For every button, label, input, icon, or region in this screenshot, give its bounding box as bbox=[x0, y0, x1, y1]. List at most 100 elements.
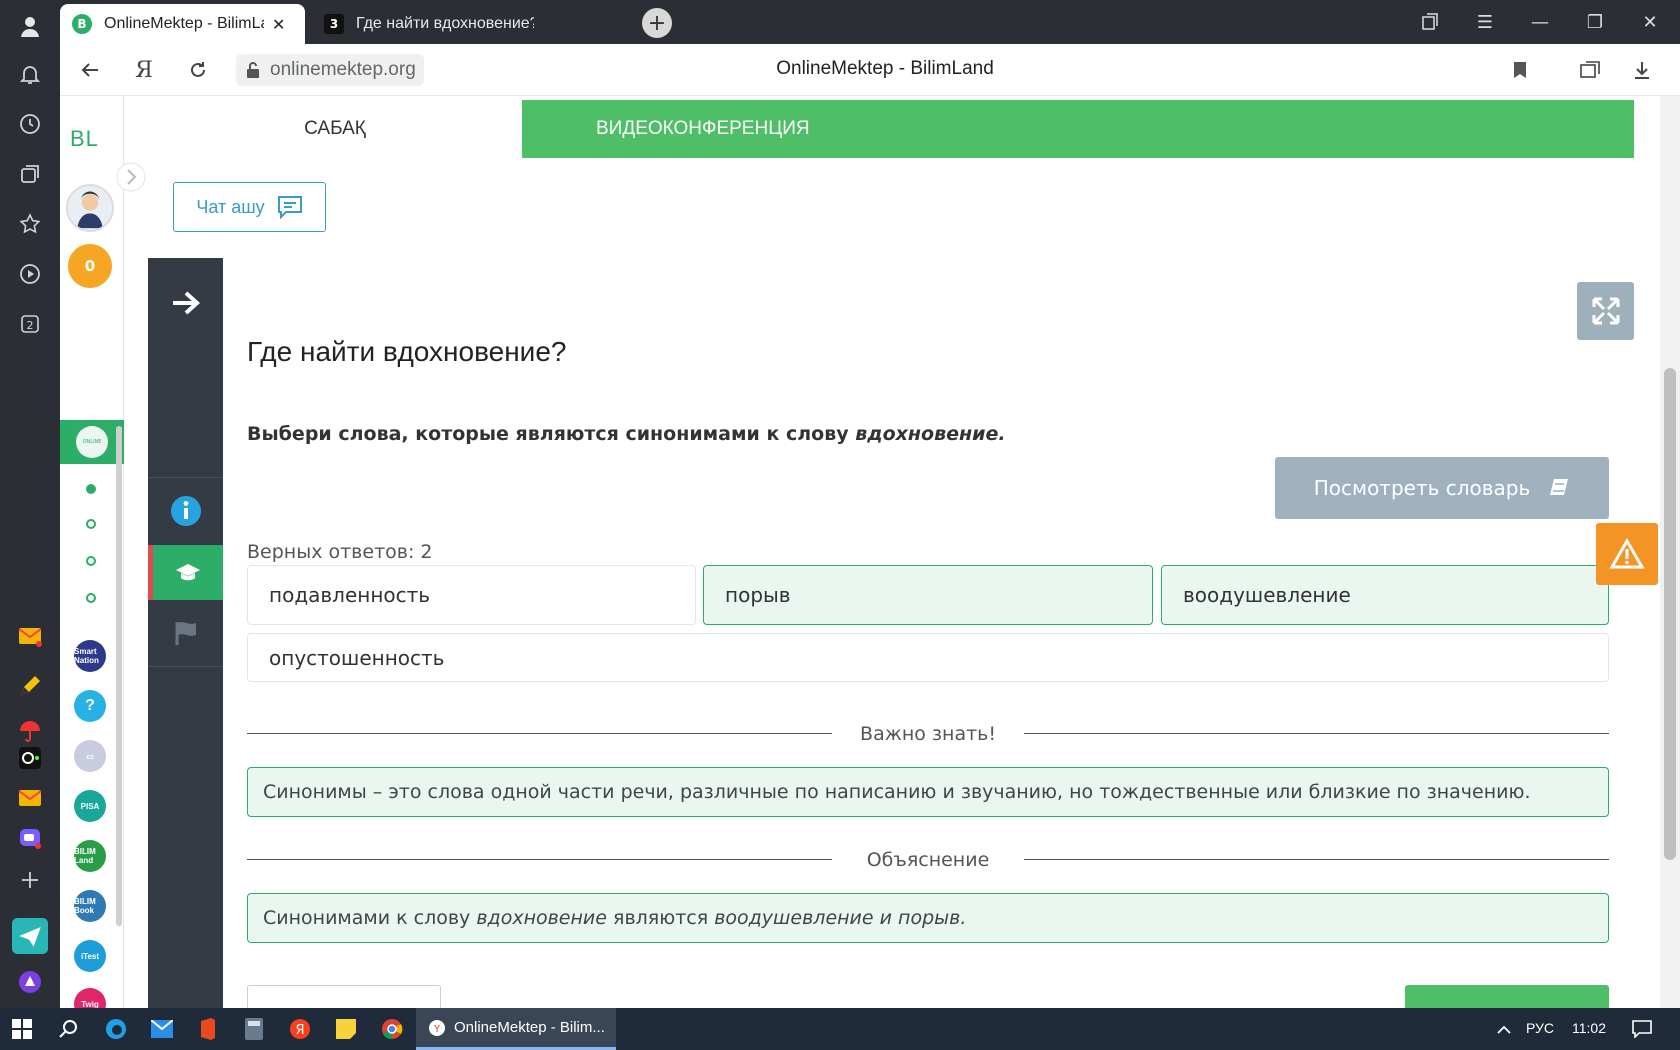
address-bar: Я onlinemektep.org OnlineMektep - BilimL… bbox=[60, 44, 1680, 96]
alice-icon[interactable] bbox=[14, 966, 46, 998]
mail-icon[interactable] bbox=[150, 1017, 174, 1041]
send-app-icon[interactable] bbox=[10, 916, 50, 956]
chrome-icon[interactable] bbox=[380, 1017, 404, 1041]
yandex-browser-icon[interactable]: Я bbox=[288, 1017, 312, 1041]
page-dot[interactable] bbox=[86, 484, 96, 494]
explanation-text: Синонимами к слову bbox=[263, 907, 471, 929]
calculator-icon[interactable] bbox=[242, 1017, 266, 1041]
explanation-note: Синонимами к слову вдохновение являются … bbox=[247, 893, 1609, 943]
fullscreen-arrows-icon bbox=[1592, 297, 1619, 325]
close-tab-icon[interactable]: ✕ bbox=[272, 15, 285, 34]
bilimland-app[interactable]: BILIM Land bbox=[74, 840, 106, 872]
avatar[interactable] bbox=[66, 184, 114, 232]
smart-nation-app[interactable]: Smart Nation bbox=[74, 640, 106, 672]
keyboard-language[interactable]: РУС bbox=[1526, 1020, 1554, 1036]
important-note: Синонимы – это слова одной части речи, р… bbox=[247, 767, 1609, 817]
bilimland-favicon: 3 bbox=[324, 14, 344, 34]
mail-app-icon[interactable] bbox=[14, 620, 46, 652]
pencil-app-icon[interactable] bbox=[14, 670, 46, 702]
bookmarks-star-icon[interactable] bbox=[14, 208, 46, 240]
bilimbook-app[interactable]: BILIM Book bbox=[74, 890, 106, 922]
svg-text:Y: Y bbox=[433, 1024, 441, 1035]
tab-onlinemektep[interactable]: B OnlineMektep - BilimLand ✕ bbox=[60, 4, 305, 44]
lesson-tabs: САБАҚ ВИДЕОКОНФЕРЕНЦИЯ bbox=[148, 100, 1634, 158]
divider bbox=[247, 859, 832, 860]
answer-option[interactable]: подавленность bbox=[247, 565, 696, 625]
edge-icon[interactable] bbox=[104, 1017, 128, 1041]
search-icon[interactable] bbox=[56, 1017, 80, 1041]
lesson-title: Где найти вдохновение? bbox=[247, 336, 567, 367]
taskbar-window-title: OnlineMektep - Bilim... bbox=[454, 1019, 605, 1036]
fullscreen-button[interactable] bbox=[1577, 282, 1634, 340]
help-app[interactable]: ? bbox=[74, 690, 106, 722]
bookmark-icon[interactable] bbox=[1506, 56, 1534, 84]
answer-option[interactable]: опустошенность bbox=[247, 633, 1609, 682]
info-icon[interactable] bbox=[148, 478, 223, 544]
onlinemektep-logo-icon: ONLINE bbox=[76, 426, 108, 458]
explanation-word: вдохновение bbox=[476, 907, 607, 929]
protect-icon[interactable] bbox=[1576, 56, 1604, 84]
explanation-text: являются bbox=[613, 907, 709, 929]
lesson-graduation-cap-icon[interactable] bbox=[148, 545, 223, 600]
explanation-heading: Объяснение bbox=[866, 849, 990, 871]
notifications-icon[interactable] bbox=[14, 58, 46, 90]
video-play-icon[interactable] bbox=[14, 258, 46, 290]
taskbar-active-window[interactable]: Y OnlineMektep - Bilim... bbox=[416, 1008, 616, 1050]
close-window-icon[interactable]: ✕ bbox=[1625, 0, 1675, 44]
page-dot[interactable] bbox=[86, 593, 96, 603]
tab-videoconference[interactable]: ВИДЕОКОНФЕРЕНЦИЯ bbox=[522, 100, 1634, 158]
divider bbox=[247, 733, 832, 734]
add-app-icon[interactable] bbox=[14, 864, 46, 896]
new-tab-button[interactable]: + bbox=[642, 8, 672, 38]
alice-station-icon[interactable] bbox=[14, 742, 46, 774]
counter-2-icon[interactable]: 2 bbox=[14, 308, 46, 340]
page-scrollbar[interactable] bbox=[1660, 96, 1680, 1008]
history-icon[interactable] bbox=[14, 108, 46, 140]
view-dictionary-button[interactable]: Посмотреть словарь bbox=[1275, 457, 1609, 519]
scrollbar-thumb[interactable] bbox=[1664, 368, 1676, 860]
task-text: Выбери слова, которые являются синонимам… bbox=[247, 423, 856, 445]
reader-app[interactable]: ▭ bbox=[74, 740, 106, 772]
svg-text:2: 2 bbox=[27, 319, 34, 332]
tab-title: OnlineMektep - BilimLand bbox=[104, 15, 264, 32]
sticky-notes-icon[interactable] bbox=[334, 1017, 358, 1041]
correct-answers-count: Верных ответов: 2 bbox=[247, 541, 433, 563]
mail-app-icon-2[interactable] bbox=[14, 782, 46, 814]
page-dot[interactable] bbox=[86, 556, 96, 566]
answer-option-selected[interactable]: воодушевление bbox=[1161, 565, 1609, 625]
bilimland-logo[interactable]: BL bbox=[70, 126, 99, 152]
report-problem-button[interactable] bbox=[1596, 523, 1658, 585]
notification-center-icon[interactable] bbox=[1630, 1017, 1654, 1041]
important-heading: Важно знать! bbox=[860, 723, 996, 745]
office-icon[interactable] bbox=[196, 1017, 220, 1041]
tab-title: Где найти вдохновение?BilimLand bbox=[356, 15, 534, 32]
page-dot[interactable] bbox=[86, 519, 96, 529]
messenger-app-icon[interactable] bbox=[14, 822, 46, 854]
start-icon[interactable] bbox=[10, 1017, 34, 1041]
view-dictionary-label: Посмотреть словарь bbox=[1313, 476, 1531, 500]
collections-icon[interactable] bbox=[14, 158, 46, 190]
chat-icon bbox=[277, 196, 302, 219]
warning-icon bbox=[1609, 538, 1645, 569]
task-keyword: вдохновение. bbox=[855, 423, 1006, 445]
expand-chevron-icon[interactable] bbox=[116, 162, 146, 192]
tab-lesson[interactable]: 3 Где найти вдохновение?BilimLand bbox=[312, 4, 612, 44]
sidebar-scrollbar[interactable] bbox=[116, 426, 122, 926]
next-arrow-icon[interactable] bbox=[148, 278, 223, 328]
onlinemektep-app-tile[interactable]: ONLINE bbox=[60, 420, 124, 464]
flag-icon[interactable] bbox=[148, 600, 223, 666]
profile-icon[interactable] bbox=[14, 10, 46, 42]
tabs-overview-icon[interactable] bbox=[1405, 0, 1455, 44]
windows-taskbar: Я Y OnlineMektep - Bilim... РУС 11:02 bbox=[0, 1008, 1680, 1050]
browser-side-panel: 2 bbox=[0, 0, 60, 1008]
download-icon[interactable] bbox=[1628, 56, 1656, 84]
answer-option-selected[interactable]: порыв bbox=[703, 565, 1153, 625]
open-chat-button[interactable]: Чат ашу bbox=[173, 182, 326, 232]
clock-time[interactable]: 11:02 bbox=[1572, 1020, 1606, 1036]
menu-icon[interactable]: ☰ bbox=[1460, 0, 1510, 44]
minimize-icon[interactable]: — bbox=[1515, 0, 1565, 44]
tab-lesson-sabak[interactable]: САБАҚ bbox=[148, 100, 522, 158]
itest-app[interactable]: iTest bbox=[74, 940, 106, 972]
restore-icon[interactable]: ❐ bbox=[1570, 0, 1620, 44]
pisa-app[interactable]: PISA bbox=[74, 790, 106, 822]
